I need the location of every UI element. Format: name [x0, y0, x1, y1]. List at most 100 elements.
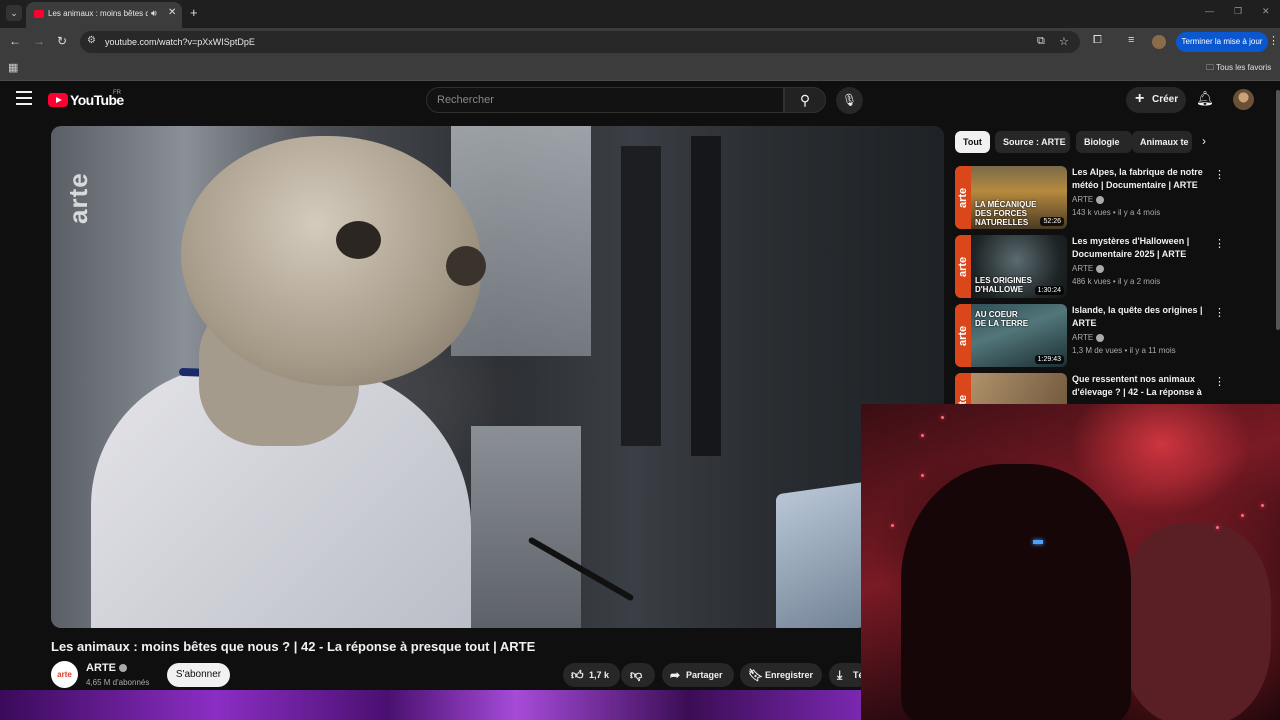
media-controls-icon[interactable]: ≡: [1128, 34, 1134, 46]
chip-source-arte[interactable]: Source : ARTE: [995, 131, 1070, 153]
browser-profile-avatar[interactable]: [1152, 35, 1166, 49]
string-light: [1261, 504, 1264, 507]
plus-icon: +: [1135, 90, 1145, 107]
upload-age: il y a 11 mois: [1129, 346, 1176, 355]
recommendation-item[interactable]: arte LA MÉCANIQUE DES FORCES NATURELLES …: [955, 166, 1280, 232]
account-avatar[interactable]: [1233, 89, 1254, 110]
recommendation-thumbnail[interactable]: arte LES ORIGINES D'HALLOWE 1:30:24: [955, 235, 1067, 298]
recommendation-title[interactable]: Les Alpes, la fabrique de notre météo | …: [1072, 166, 1208, 192]
purple-background-strip: [0, 690, 861, 720]
string-light: [1216, 526, 1219, 529]
browser-toolbar: ← → ↻ ⚙ youtube.com/watch?v=pXxWISptDpE …: [0, 28, 1280, 56]
recommendation-channel[interactable]: ARTE: [1072, 333, 1105, 342]
recommendation-thumbnail[interactable]: arte LA MÉCANIQUE DES FORCES NATURELLES …: [955, 166, 1067, 229]
dislike-button[interactable]: 👎︎: [621, 663, 655, 687]
audio-playing-icon[interactable]: 🔊︎: [151, 8, 157, 19]
new-tab-icon[interactable]: +: [190, 5, 198, 20]
channel-name[interactable]: ARTE: [86, 662, 127, 674]
share-button[interactable]: ➦ Partager: [662, 663, 734, 687]
chip-animals[interactable]: Animaux te: [1132, 131, 1192, 153]
url-text: youtube.com/watch?v=pXxWISptDpE: [105, 37, 255, 47]
back-icon[interactable]: ←: [9, 34, 21, 48]
channel-avatar[interactable]: arte: [51, 661, 78, 688]
all-bookmarks-folder[interactable]: 🗀 Tous les favoris: [1206, 62, 1271, 76]
forward-icon[interactable]: →: [33, 34, 45, 48]
notifications-bell-icon[interactable]: 🔔︎: [1196, 90, 1214, 107]
thumbnail-text: DE LA TERRE: [975, 319, 1029, 328]
thumbnail-text: NATURELLES: [975, 218, 1029, 227]
video-duration: 1:30:24: [1034, 286, 1064, 295]
address-bar[interactable]: ⚙ youtube.com/watch?v=pXxWISptDpE ⧉ ☆: [80, 31, 1080, 53]
recommendation-meta: 486 k vues • il y a 2 mois: [1072, 277, 1161, 286]
youtube-favicon-icon: [34, 10, 44, 18]
browser-tab-active[interactable]: Les animaux : moins bêtes que 🔊︎ ✕: [26, 2, 182, 28]
recommendation-item[interactable]: arte AU COEUR DE LA TERRE 1:29:43 Island…: [955, 304, 1280, 370]
recommendation-item[interactable]: arte LES ORIGINES D'HALLOWE 1:30:24 Les …: [955, 235, 1280, 301]
extensions-icon[interactable]: ⧠: [1093, 34, 1102, 47]
video-player[interactable]: arte: [51, 126, 944, 628]
chip-biology[interactable]: Biologie: [1076, 131, 1132, 153]
recommendation-title[interactable]: Les mystères d'Halloween | Documentaire …: [1072, 235, 1208, 261]
recommendation-title[interactable]: Islande, la quête des origines | ARTE: [1072, 304, 1208, 330]
webcam-person-silhouette: [901, 464, 1131, 720]
arte-watermark: arte: [63, 172, 93, 224]
recommendation-channel[interactable]: ARTE: [1072, 195, 1105, 204]
microphone-icon: 🎙︎: [841, 93, 858, 107]
maximize-window-icon[interactable]: ❐: [1234, 6, 1242, 17]
browser-menu-icon[interactable]: ⋮: [1268, 34, 1279, 47]
channel-name-text: ARTE: [86, 662, 116, 674]
thumbs-up-icon: 👍︎: [571, 668, 584, 682]
search-icon: ⚲: [799, 92, 811, 108]
upload-age: il y a 4 mois: [1117, 208, 1161, 217]
video-title: Les animaux : moins bêtes que nous ? | 4…: [51, 639, 536, 654]
string-light: [1241, 514, 1244, 517]
arte-brand-bar: arte: [955, 235, 971, 298]
thumbnail-text: LA MÉCANIQUE: [975, 200, 1037, 209]
site-info-icon[interactable]: ⚙: [87, 35, 96, 46]
save-button[interactable]: 🔖︎ Enregistrer: [740, 663, 822, 687]
channel-text: ARTE: [1072, 264, 1094, 273]
arte-brand-bar: arte: [955, 166, 971, 229]
recommendation-thumbnail[interactable]: arte AU COEUR DE LA TERRE 1:29:43: [955, 304, 1067, 367]
like-count: 1,7 k: [589, 670, 610, 680]
update-browser-button[interactable]: Terminer la mise à jour: [1176, 32, 1268, 52]
create-button[interactable]: + Créer: [1126, 87, 1186, 113]
reload-icon[interactable]: ↻: [57, 34, 67, 48]
more-options-icon[interactable]: ⋮: [1214, 375, 1225, 388]
more-options-icon[interactable]: ⋮: [1214, 168, 1225, 181]
subscribe-button[interactable]: S'abonner: [167, 663, 230, 687]
page-scrollbar[interactable]: [1276, 90, 1280, 330]
video-duration: 1:29:43: [1034, 355, 1064, 364]
channel-text: ARTE: [1072, 195, 1094, 204]
bookmark-star-icon[interactable]: ☆: [1059, 35, 1069, 48]
install-app-icon[interactable]: ⧉: [1037, 35, 1045, 48]
recommendation-meta: 143 k vues • il y a 4 mois: [1072, 208, 1161, 217]
minimize-window-icon[interactable]: —: [1205, 6, 1214, 16]
voice-search-button[interactable]: 🎙︎: [836, 87, 863, 114]
string-light: [941, 416, 944, 419]
search-button[interactable]: ⚲: [784, 87, 826, 113]
youtube-logo-icon[interactable]: [48, 93, 68, 107]
more-options-icon[interactable]: ⋮: [1214, 306, 1225, 319]
webcam-background-figure: [1121, 524, 1271, 720]
more-options-icon[interactable]: ⋮: [1214, 237, 1225, 250]
recommendation-channel[interactable]: ARTE: [1072, 264, 1105, 273]
webcam-overlay: [861, 404, 1280, 720]
chip-all[interactable]: Tout: [955, 131, 990, 153]
view-count: 1,3 M de vues: [1072, 346, 1123, 355]
like-button[interactable]: 👍︎ 1,7 k: [563, 663, 620, 687]
apps-grid-icon[interactable]: ▦: [8, 61, 18, 74]
recommendation-meta: 1,3 M de vues • il y a 11 mois: [1072, 346, 1176, 355]
search-input[interactable]: Rechercher: [426, 87, 784, 113]
string-light: [891, 524, 894, 527]
verified-badge-icon: [1096, 264, 1105, 273]
share-label: Partager: [686, 670, 723, 680]
tab-close-icon[interactable]: ✕: [168, 7, 176, 18]
close-window-icon[interactable]: ✕: [1262, 6, 1270, 17]
guide-menu-icon[interactable]: [16, 91, 32, 105]
tab-search-menu-button[interactable]: ⌄: [6, 5, 22, 21]
player-bg-pillar: [621, 146, 661, 446]
share-arrow-icon: ➦: [670, 668, 681, 682]
verified-badge-icon: [118, 664, 127, 673]
chevron-right-icon[interactable]: ›: [1202, 134, 1206, 148]
